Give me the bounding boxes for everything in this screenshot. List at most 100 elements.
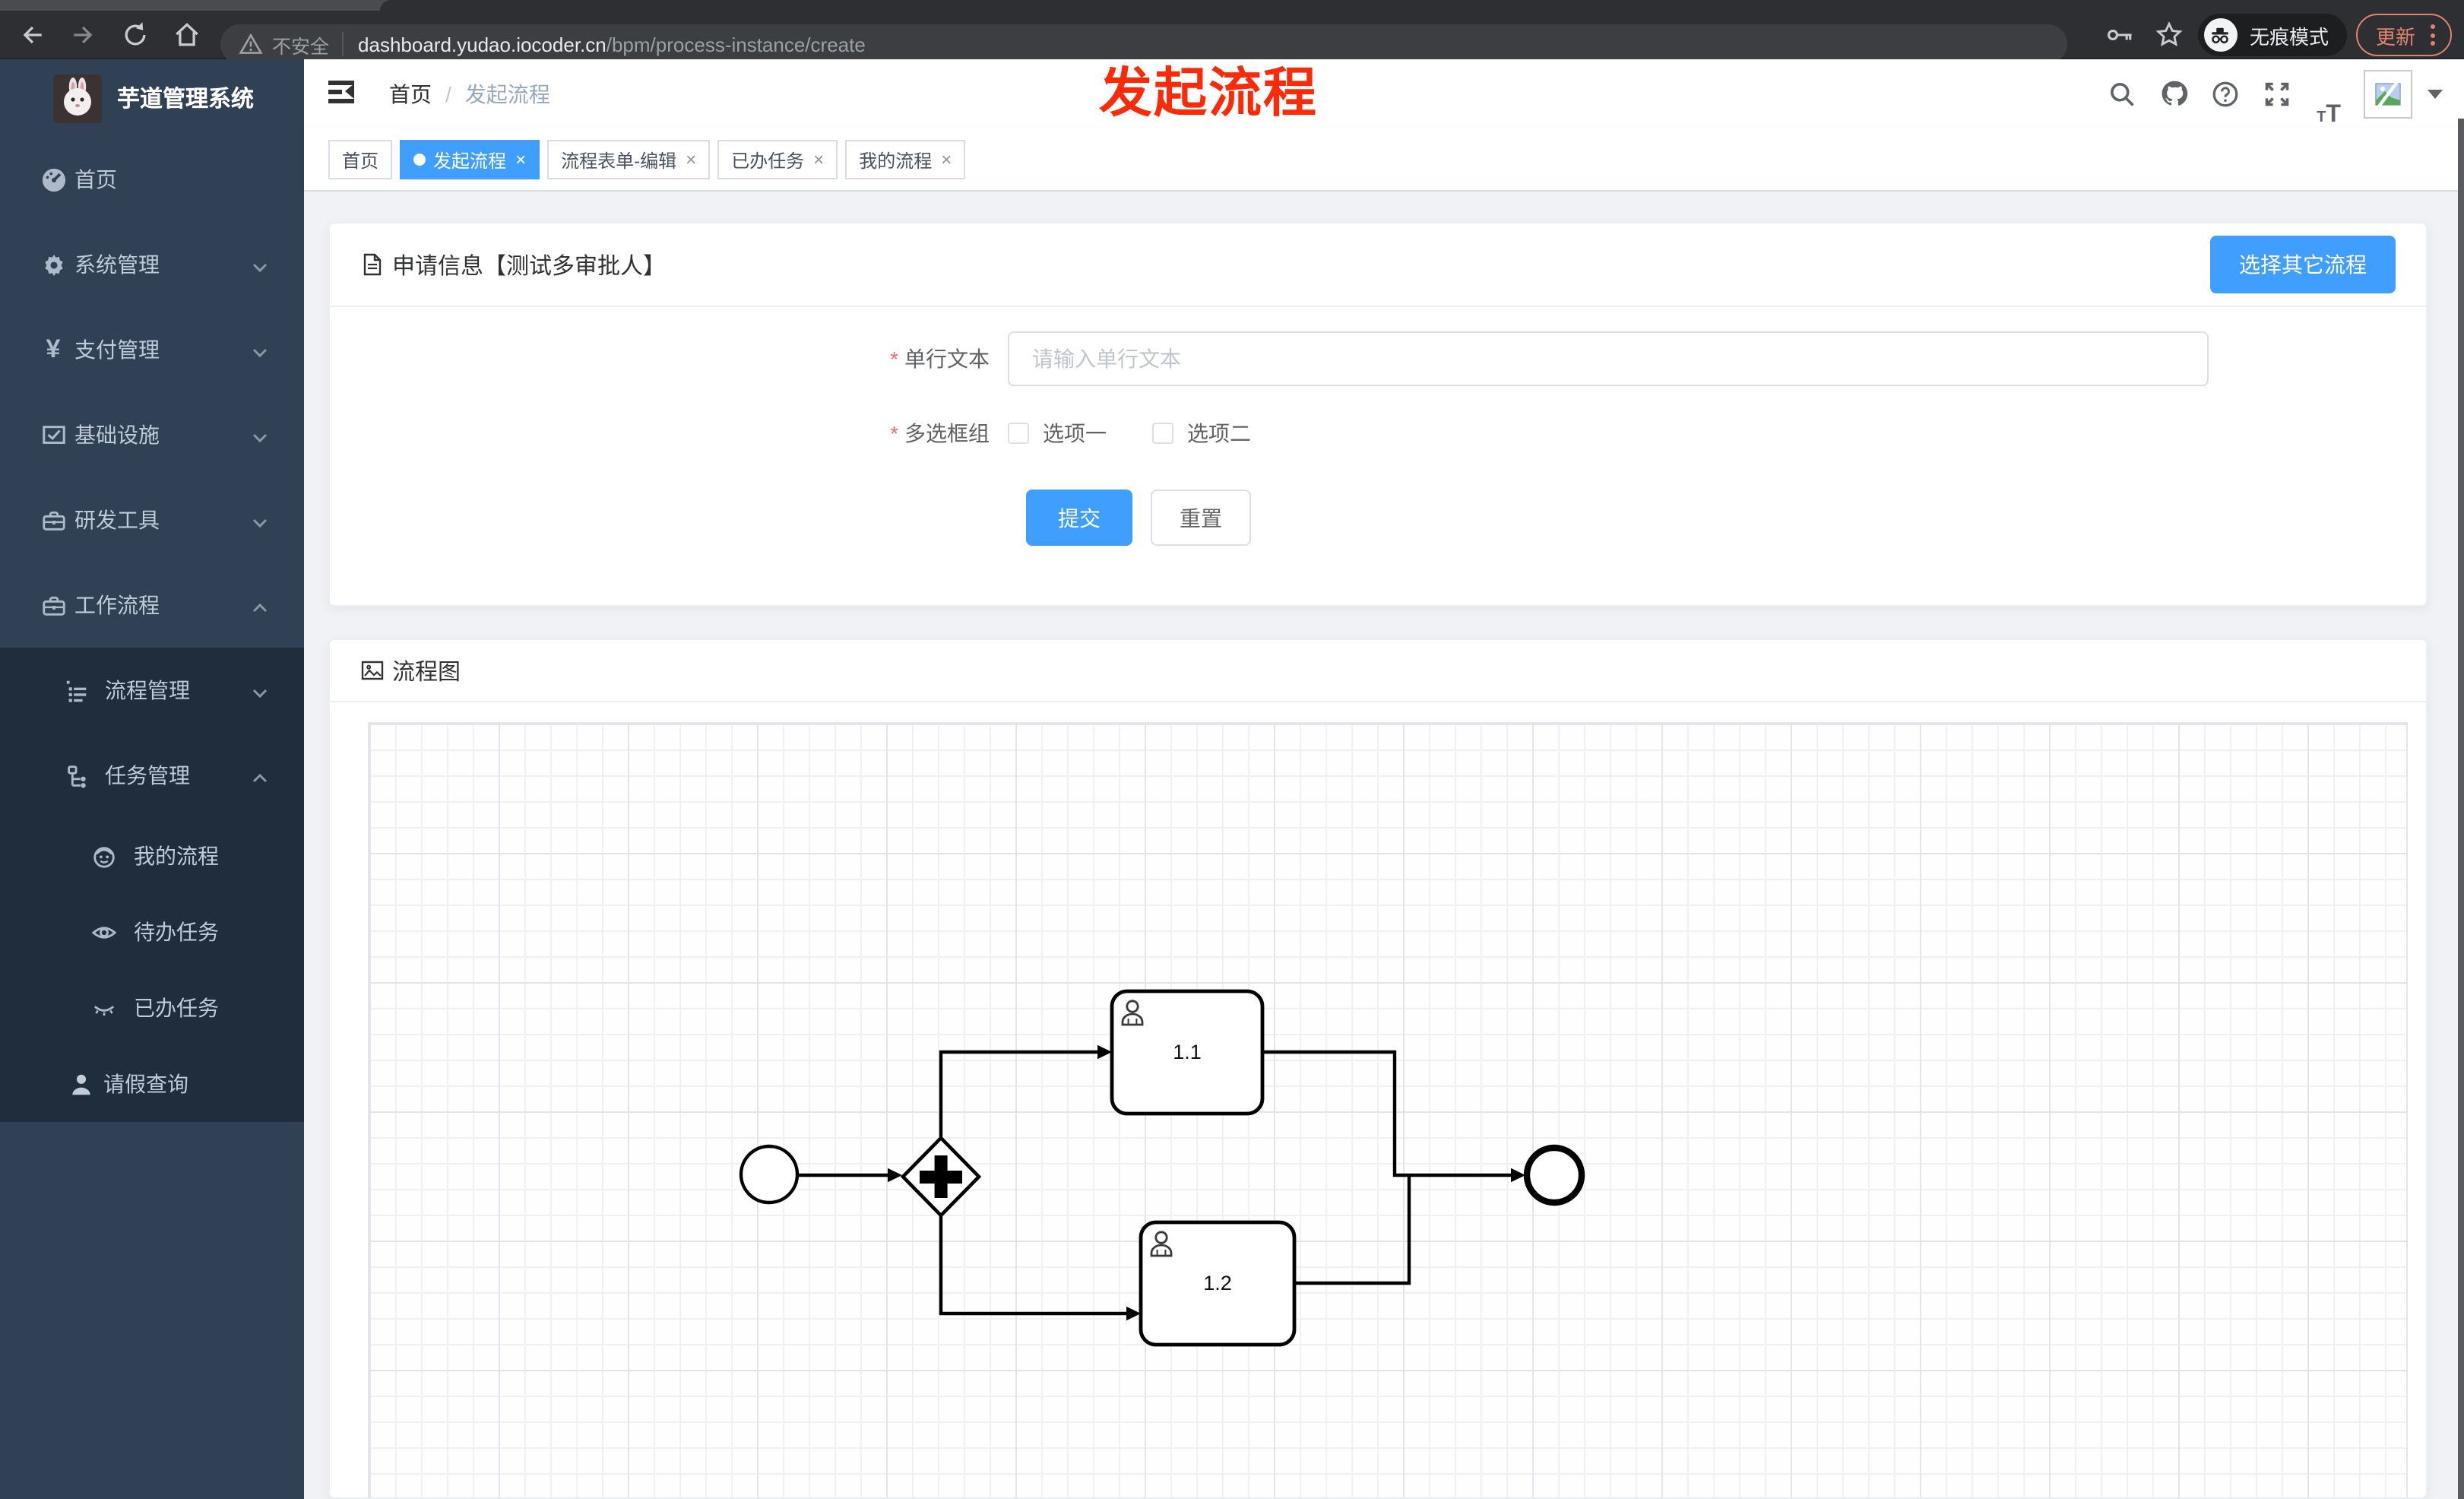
- tag-my-processes[interactable]: 我的流程: [845, 140, 966, 179]
- annotation-text: 发起流程: [1099, 64, 1319, 123]
- tree-icon: [61, 760, 91, 791]
- security-warning-icon[interactable]: [239, 32, 263, 56]
- url-host[interactable]: dashboard.yudao.iocoder.cn: [358, 33, 606, 55]
- close-icon: [932, 149, 952, 170]
- avatar-caret-icon[interactable]: [2428, 89, 2443, 98]
- flow-task2-to-end[interactable]: [1294, 1177, 1411, 1285]
- browser-reload-icon[interactable]: [116, 15, 155, 55]
- font-size-icon[interactable]: [2303, 59, 2355, 128]
- tag-done-tasks[interactable]: 已办任务: [717, 140, 838, 179]
- parallel-gateway[interactable]: [900, 1135, 982, 1219]
- browser-home-icon[interactable]: [167, 15, 207, 55]
- security-label[interactable]: 不安全: [272, 30, 329, 59]
- start-event[interactable]: [739, 1144, 800, 1205]
- required-asterisk: *: [890, 421, 898, 445]
- card-title: 流程图: [392, 659, 461, 685]
- page-scrollbar[interactable]: [2458, 119, 2464, 1499]
- avatar[interactable]: [2364, 69, 2412, 118]
- checkbox-option-2[interactable]: 选项二: [1152, 418, 1251, 448]
- required-asterisk: *: [890, 347, 898, 371]
- browser-tabstrip: [0, 0, 2464, 11]
- flow-gateway-to-task2[interactable]: [939, 1215, 1126, 1316]
- chevron-down-icon: [252, 678, 268, 702]
- close-icon: [506, 149, 526, 170]
- sidebar-item-my-processes[interactable]: 我的流程: [0, 818, 304, 894]
- flow-gateway-to-task1[interactable]: [939, 1050, 1097, 1138]
- user-task-1-2[interactable]: 1.2: [1139, 1220, 1297, 1347]
- checkbox-option-1[interactable]: 选项一: [1008, 418, 1107, 448]
- url-divider: [341, 32, 344, 56]
- chevron-down-icon: [252, 252, 268, 277]
- bpmn-canvas[interactable]: 1.1 1.2: [368, 722, 2408, 1497]
- sidebar-item-workflow[interactable]: 工作流程: [0, 563, 304, 648]
- sidebar-item-system[interactable]: 系统管理: [0, 222, 304, 307]
- browser-forward-icon[interactable]: [64, 15, 103, 55]
- screen: 不安全 dashboard.yudao.iocoder.cn/bpm/proce…: [0, 0, 2464, 1499]
- sidebar-item-payment[interactable]: ¥ 支付管理: [0, 307, 304, 392]
- choose-other-process-button[interactable]: 选择其它流程: [2210, 236, 2396, 293]
- chevron-up-icon: [252, 763, 268, 788]
- toolbox-icon: [38, 505, 68, 535]
- url-path[interactable]: /bpm/process-instance/create: [606, 33, 866, 55]
- sidebar-item-dev-tools[interactable]: 研发工具: [0, 477, 304, 563]
- toolbox-icon: [38, 590, 68, 620]
- chevron-down-icon: [252, 508, 268, 532]
- submit-button[interactable]: 提交: [1026, 490, 1132, 546]
- sidebar-item-task-management[interactable]: 任务管理: [0, 733, 304, 818]
- dashboard-icon: [38, 164, 68, 195]
- text-field-label: * 单行文本: [890, 347, 990, 371]
- sidebar-item-todo-tasks[interactable]: 待办任务: [0, 894, 304, 970]
- checkbox-icon[interactable]: [1008, 423, 1029, 444]
- single-line-text-input[interactable]: [1008, 331, 2209, 386]
- app-header: 首页 / 发起流程: [304, 59, 2464, 128]
- sidebar-item-leave-query[interactable]: 请假查询: [0, 1046, 304, 1122]
- card-title: 申请信息【测试多审批人】: [392, 253, 667, 279]
- main-area: 首页 / 发起流程 T T 首页 发起流程 × 流程表单-编辑 × 已办任务 ×…: [304, 59, 2464, 1499]
- tag-form-edit[interactable]: 流程表单-编辑: [547, 140, 711, 179]
- checkbox-icon[interactable]: [1152, 423, 1173, 444]
- end-event[interactable]: [1523, 1144, 1585, 1206]
- face-icon: [88, 841, 119, 871]
- apply-info-card: 申请信息【测试多审批人】 选择其它流程 *单行文本 *多选框组 选项一: [328, 222, 2428, 607]
- user-task-1-1[interactable]: 1.1: [1110, 989, 1265, 1116]
- tag-start-process[interactable]: 发起流程: [400, 140, 540, 179]
- app-logo-row[interactable]: 芋道管理系统: [0, 59, 304, 137]
- tag-home[interactable]: 首页: [328, 140, 393, 179]
- incognito-icon: [2203, 18, 2238, 52]
- sidebar-item-infrastructure[interactable]: 基础设施: [0, 392, 304, 477]
- checkbox-group-label: * 多选框组: [890, 421, 990, 445]
- sidebar-item-process-management[interactable]: 流程管理: [0, 648, 304, 733]
- chevron-down-icon: [252, 338, 268, 362]
- flow-task1-to-end[interactable]: [1262, 1050, 1511, 1177]
- plus-icon: [934, 1155, 948, 1198]
- github-icon[interactable]: [2148, 59, 2200, 128]
- task-label: 1.2: [1203, 1272, 1232, 1295]
- chevron-up-icon: [252, 593, 268, 617]
- help-icon[interactable]: [2200, 59, 2251, 128]
- incognito-label: 无痕模式: [2249, 25, 2329, 48]
- sidebar-toggle-icon[interactable]: [328, 81, 356, 103]
- bookmark-star-icon[interactable]: [2149, 15, 2189, 55]
- incognito-badge: 无痕模式: [2197, 14, 2347, 56]
- password-key-icon[interactable]: [2101, 15, 2140, 55]
- close-icon: [804, 149, 824, 170]
- search-icon[interactable]: [2096, 59, 2148, 128]
- process-diagram-card: 流程图 1.1 1.2: [328, 639, 2428, 1499]
- active-dot-icon: [413, 154, 426, 166]
- sidebar-item-home[interactable]: 首页: [0, 137, 304, 222]
- update-chip[interactable]: 更新: [2355, 14, 2452, 56]
- reset-button[interactable]: 重置: [1151, 490, 1251, 546]
- sidebar: 芋道管理系统 首页 系统管理 ¥ 支付管理 基础设施 研发工具 工作流程 流程管…: [0, 59, 304, 1499]
- sidebar-item-done-tasks[interactable]: 已办任务: [0, 970, 304, 1046]
- browser-back-icon[interactable]: [12, 15, 52, 55]
- bpmn-diagram: 1.1 1.2: [739, 989, 1585, 1347]
- checkbox-monitor-icon: [38, 420, 68, 450]
- person-icon: [65, 1069, 96, 1099]
- breadcrumb-home[interactable]: 首页: [389, 78, 432, 109]
- update-label[interactable]: 更新: [2376, 21, 2415, 49]
- page-content: 申请信息【测试多审批人】 选择其它流程 *单行文本 *多选框组 选项一: [304, 192, 2464, 1499]
- browser-active-tab[interactable]: [380, 0, 2464, 11]
- browser-menu-icon[interactable]: [2428, 21, 2438, 49]
- fullscreen-icon[interactable]: [2251, 59, 2303, 128]
- gear-icon: [38, 249, 68, 280]
